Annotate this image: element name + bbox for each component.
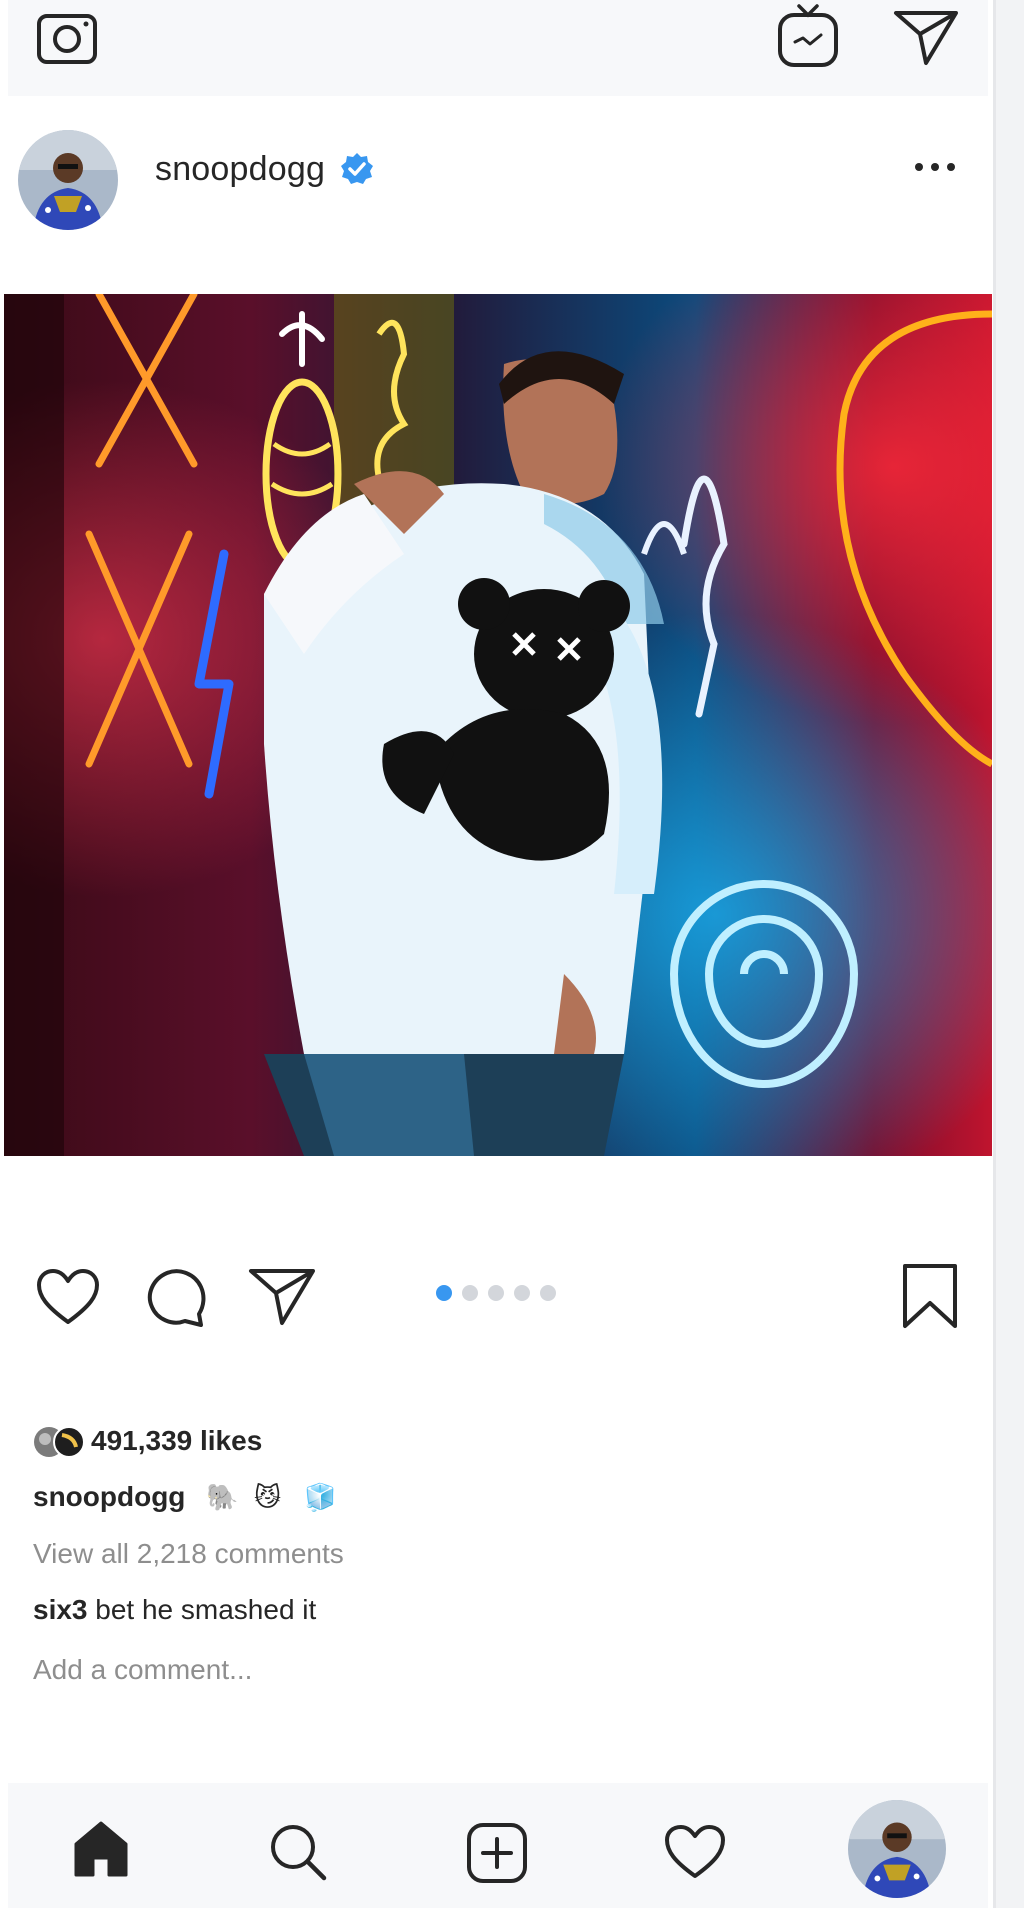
new-post-icon[interactable] bbox=[466, 1822, 528, 1884]
liked-by-avatars[interactable] bbox=[32, 1425, 88, 1459]
top-bar bbox=[8, 0, 988, 96]
heart-icon[interactable] bbox=[36, 1268, 100, 1326]
carousel-dot-1[interactable] bbox=[436, 1285, 452, 1301]
bookmark-icon[interactable] bbox=[900, 1263, 960, 1329]
profile-avatar[interactable] bbox=[848, 1800, 946, 1898]
window-edge bbox=[993, 0, 1024, 1908]
view-all-comments-link[interactable]: View all 2,218 comments bbox=[33, 1538, 344, 1570]
likes-count[interactable]: 491,339 likes bbox=[91, 1425, 262, 1457]
activity-icon[interactable] bbox=[664, 1824, 726, 1880]
caption-username[interactable]: snoopdogg bbox=[33, 1481, 185, 1513]
home-icon[interactable] bbox=[72, 1820, 130, 1878]
comment-row: six3 bet he smashed it bbox=[33, 1594, 316, 1626]
caption-emoji-3: 🧊 bbox=[304, 1482, 337, 1512]
verified-badge-icon bbox=[340, 152, 374, 186]
carousel-dot-4[interactable] bbox=[514, 1285, 530, 1301]
add-comment-input[interactable]: Add a comment... bbox=[33, 1654, 252, 1686]
avatar[interactable] bbox=[18, 130, 118, 230]
carousel-dot-2[interactable] bbox=[462, 1285, 478, 1301]
carousel-dot-5[interactable] bbox=[540, 1285, 556, 1301]
igtv-icon[interactable] bbox=[777, 2, 839, 68]
comment-username[interactable]: six3 bbox=[33, 1594, 88, 1625]
post-image[interactable] bbox=[4, 294, 992, 1156]
comment-icon[interactable] bbox=[144, 1266, 206, 1328]
caption-emoji-1: 🐘 bbox=[206, 1482, 239, 1512]
more-options-icon[interactable] bbox=[910, 152, 960, 182]
carousel-dot-3[interactable] bbox=[488, 1285, 504, 1301]
caption-emoji-2: 😼 bbox=[254, 1482, 282, 1512]
direct-message-icon[interactable] bbox=[893, 8, 959, 66]
share-icon[interactable] bbox=[248, 1266, 316, 1326]
post-username[interactable]: snoopdogg bbox=[155, 150, 325, 189]
comment-text: bet he smashed it bbox=[95, 1594, 317, 1625]
search-icon[interactable] bbox=[268, 1822, 328, 1882]
camera-icon[interactable] bbox=[36, 10, 98, 66]
